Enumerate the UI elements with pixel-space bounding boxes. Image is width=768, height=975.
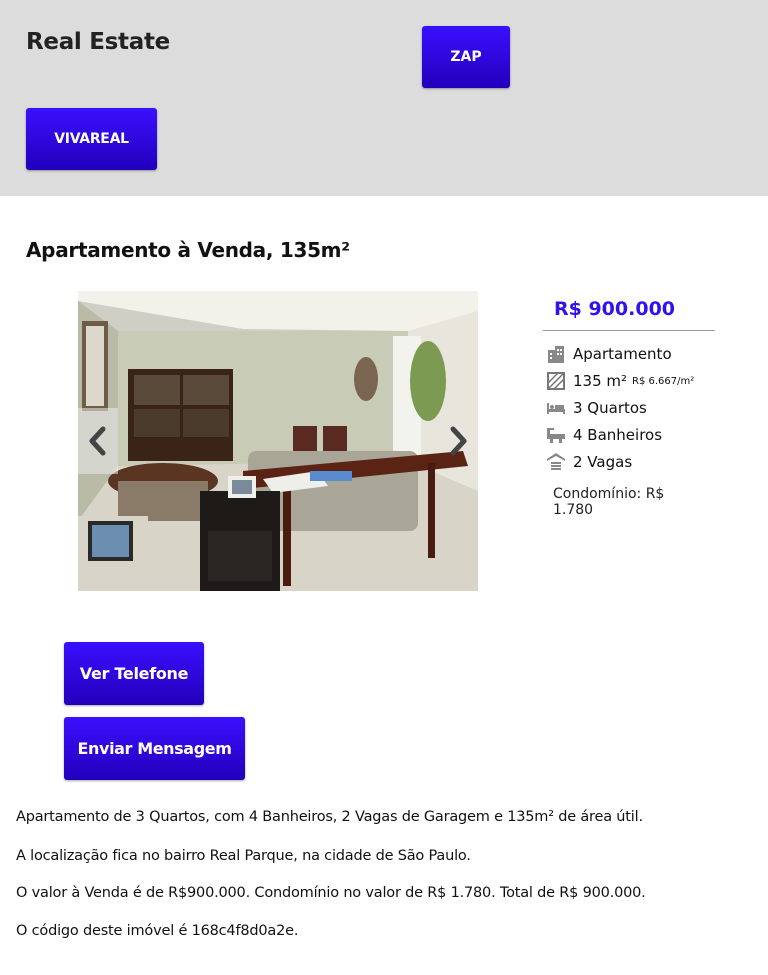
chevron-left-icon	[89, 426, 106, 456]
garage-icon	[546, 452, 566, 472]
listing-photo	[78, 291, 478, 591]
building-icon	[546, 344, 566, 364]
area-icon	[546, 371, 566, 391]
send-message-button[interactable]: Enviar Mensagem	[64, 717, 245, 780]
chevron-right-icon	[450, 426, 467, 456]
feature-type: Apartamento	[546, 343, 672, 365]
feature-label: 135 m²	[573, 372, 628, 390]
show-phone-button[interactable]: Ver Telefone	[64, 642, 204, 705]
feature-label: 4 Banheiros	[573, 426, 663, 444]
site-brand: Real Estate	[26, 29, 170, 55]
price-per-m2: R$ 6.667/m²	[632, 375, 695, 387]
description-line: Apartamento de 3 Quartos, com 4 Banheiro…	[16, 809, 643, 825]
feature-label: Apartamento	[573, 345, 672, 363]
vivareal-button[interactable]: VIVAREAL	[26, 108, 157, 170]
description-line: A localização fica no bairro Real Parque…	[16, 848, 471, 864]
zap-button[interactable]: ZAP	[422, 26, 510, 88]
gallery-prev-button[interactable]	[78, 408, 118, 474]
photo-gallery[interactable]	[78, 291, 478, 591]
gallery-next-button[interactable]	[438, 408, 478, 474]
listing-title: Apartamento à Venda, 135m²	[26, 238, 350, 262]
bathtub-icon	[546, 425, 566, 445]
bed-icon	[546, 398, 566, 418]
description-line: O valor à Venda é de R$900.000. Condomín…	[16, 885, 646, 901]
feature-label: 2 Vagas	[573, 453, 633, 471]
listing-price: R$ 900.000	[554, 298, 676, 320]
feature-bedrooms: 3 Quartos	[546, 397, 647, 419]
feature-area: 135 m² R$ 6.667/m²	[546, 370, 694, 392]
feature-label: 3 Quartos	[573, 399, 647, 417]
site-header: Real Estate ZAP VIVAREAL	[0, 0, 768, 196]
condominio-fee: Condomínio: R$ 1.780	[553, 486, 665, 518]
price-divider	[543, 330, 715, 331]
feature-bathrooms: 4 Banheiros	[546, 424, 662, 446]
feature-parking: 2 Vagas	[546, 451, 632, 473]
description-line: O código deste imóvel é 168c4f8d0a2e.	[16, 923, 299, 939]
